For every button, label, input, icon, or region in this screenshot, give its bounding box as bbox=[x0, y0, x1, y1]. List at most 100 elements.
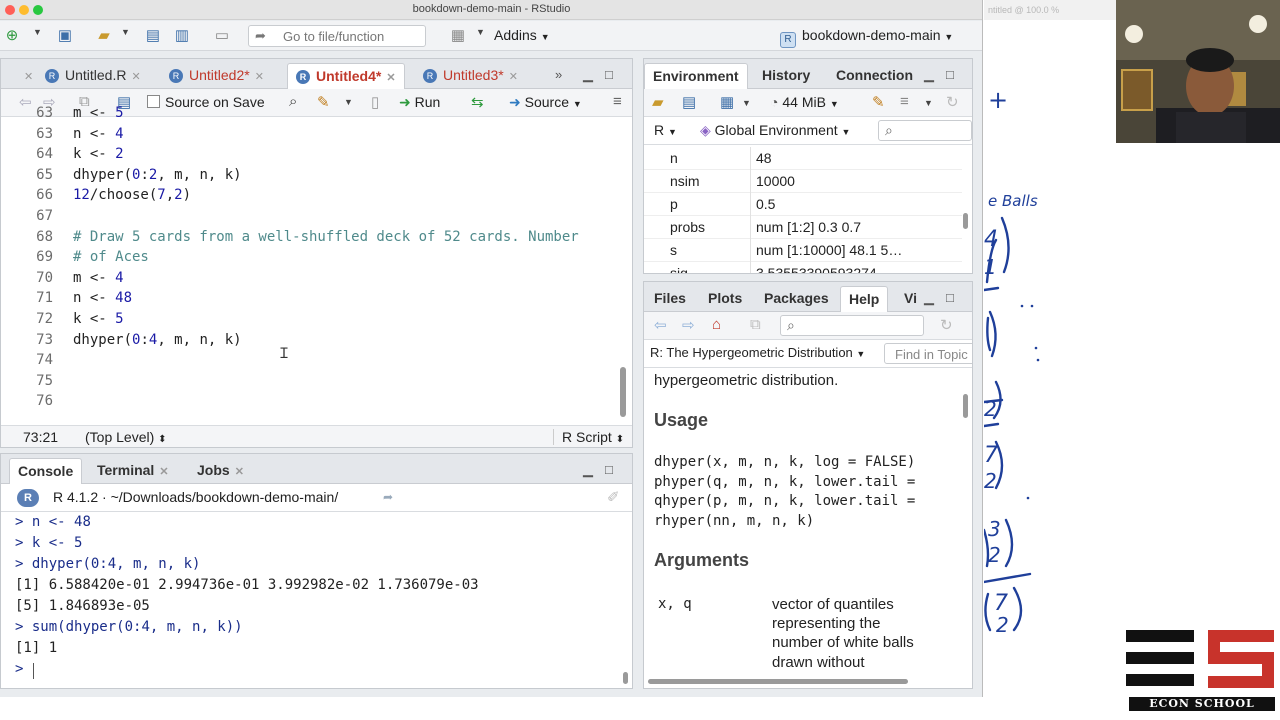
code-line[interactable]: dhyper(0:4, m, n, k) bbox=[73, 332, 242, 348]
environment-scrollbar[interactable] bbox=[963, 213, 968, 229]
grid-layout-caret-icon[interactable]: ▼ bbox=[476, 27, 485, 37]
project-menu[interactable]: Rbookdown-demo-main ▼ bbox=[780, 27, 953, 48]
clear-console-icon[interactable]: ✐ bbox=[607, 488, 620, 506]
print-icon[interactable]: ▭ bbox=[212, 26, 232, 46]
code-line[interactable]: n <- 4 bbox=[73, 126, 124, 142]
tab-untitled[interactable]: R Untitled.R ✕ bbox=[37, 63, 149, 89]
close-icon[interactable]: ✕ bbox=[255, 71, 264, 83]
source-on-save-checkbox[interactable]: Source on Save bbox=[147, 94, 265, 110]
console-scrollbar[interactable] bbox=[623, 672, 628, 684]
view-caret-icon[interactable]: ▼ bbox=[924, 98, 933, 108]
goto-file-function-input[interactable]: ➦ Go to file/function bbox=[248, 25, 426, 47]
code-line[interactable]: dhyper(0:2, m, n, k) bbox=[73, 167, 242, 183]
maximize-pane-icon[interactable]: □ bbox=[946, 290, 954, 305]
code-line[interactable]: m <- 5 bbox=[73, 105, 124, 121]
source-button[interactable]: ➜ Source ▼ bbox=[509, 94, 582, 111]
tab-viewer[interactable]: Vi bbox=[896, 286, 925, 312]
close-icon[interactable]: ✕ bbox=[386, 72, 395, 84]
addins-menu[interactable]: Addins ▼ bbox=[494, 27, 550, 43]
filetype-selector[interactable]: R Script ⬍ bbox=[553, 429, 624, 445]
tab-untitled4[interactable]: R Untitled4* ✕ bbox=[287, 63, 405, 89]
help-home-icon[interactable]: ⌂ bbox=[712, 316, 721, 333]
language-selector[interactable]: R ▼ bbox=[654, 122, 677, 138]
editor-vertical-scrollbar[interactable] bbox=[620, 367, 626, 417]
help-topic-selector[interactable]: R: The Hypergeometric Distribution ▼ bbox=[650, 345, 865, 360]
help-back-icon[interactable]: ⇦ bbox=[654, 316, 667, 334]
memory-usage[interactable]: ◔ 44 MiB ▼ bbox=[770, 94, 839, 110]
maximize-pane-icon[interactable]: □ bbox=[605, 462, 613, 477]
code-line[interactable]: # of Aces bbox=[73, 249, 149, 265]
tab-jobs[interactable]: Jobs ✕ bbox=[189, 458, 252, 484]
more-tabs-icon[interactable]: » bbox=[555, 67, 562, 82]
list-view-icon[interactable]: ≡ bbox=[900, 93, 909, 110]
scope-selector[interactable]: ◈ Global Environment ▼ bbox=[700, 122, 850, 139]
save-workspace-icon[interactable]: ▤ bbox=[682, 93, 696, 111]
help-horizontal-scrollbar[interactable] bbox=[648, 679, 908, 684]
minimize-pane-icon[interactable]: ▁ bbox=[583, 67, 593, 83]
environment-row[interactable]: n 48 bbox=[644, 147, 962, 170]
code-tools-wand-icon[interactable]: ✎ bbox=[317, 93, 330, 111]
close-icon[interactable]: ✕ bbox=[131, 71, 140, 83]
import-dataset-icon[interactable]: ▦ bbox=[720, 93, 734, 111]
code-line[interactable]: 12/choose(7,2) bbox=[73, 187, 191, 203]
help-refresh-icon[interactable]: ↻ bbox=[940, 316, 953, 334]
code-line[interactable]: k <- 5 bbox=[73, 311, 124, 327]
minimize-pane-icon[interactable]: ▁ bbox=[924, 67, 934, 83]
environment-row[interactable]: s num [1:10000] 48.1 5… bbox=[644, 239, 962, 262]
tab-packages[interactable]: Packages bbox=[756, 286, 837, 312]
tab-terminal[interactable]: Terminal ✕ bbox=[89, 458, 177, 484]
load-workspace-icon[interactable]: ▰ bbox=[652, 93, 664, 111]
environment-row[interactable]: probs num [1:2] 0.3 0.7 bbox=[644, 216, 962, 239]
save-all-icon[interactable]: ▥ bbox=[172, 26, 192, 46]
tab-connections[interactable]: Connection bbox=[828, 63, 921, 89]
tab-console[interactable]: Console bbox=[9, 458, 83, 484]
tab-untitled2[interactable]: R Untitled2* ✕ bbox=[161, 63, 272, 89]
compile-report-icon[interactable]: ▯ bbox=[371, 93, 379, 111]
new-file-icon[interactable]: ⊕ bbox=[2, 26, 22, 46]
grid-layout-icon[interactable]: ▦ bbox=[448, 26, 468, 46]
refresh-icon[interactable]: ↻ bbox=[946, 93, 959, 111]
help-forward-icon[interactable]: ⇨ bbox=[682, 316, 695, 334]
help-show-window-icon[interactable]: ⧉ bbox=[750, 316, 761, 333]
code-editor[interactable]: 63 63 64 65 66 67 68 69 70 71 72 73 74 75 76 m <- 5 n <… bbox=[1, 105, 632, 447]
new-project-icon[interactable]: ▣ bbox=[55, 26, 75, 46]
maximize-pane-icon[interactable]: □ bbox=[605, 67, 613, 82]
scope-selector[interactable]: (Top Level) ⬍ bbox=[85, 429, 167, 445]
environment-row[interactable]: nsim 10000 bbox=[644, 170, 962, 193]
close-icon[interactable]: ✕ bbox=[159, 466, 168, 478]
maximize-pane-icon[interactable]: □ bbox=[946, 67, 954, 82]
console-output[interactable]: > n <- 48 > k <- 5 > dhyper(0:4, m, n, k) [… bbox=[1, 512, 632, 688]
environment-row[interactable]: p 0.5 bbox=[644, 193, 962, 216]
code-tools-caret-icon[interactable]: ▼ bbox=[344, 97, 353, 107]
open-file-icon[interactable]: ▰ bbox=[94, 26, 114, 46]
environment-row[interactable]: sig 3.53553390593274 bbox=[644, 262, 962, 273]
code-line[interactable]: n <- 48 bbox=[73, 290, 132, 306]
tab-environment[interactable]: Environment bbox=[644, 63, 748, 89]
tab-plots[interactable]: Plots bbox=[700, 286, 750, 312]
import-caret-icon[interactable]: ▼ bbox=[742, 98, 751, 108]
code-line[interactable]: k <- 2 bbox=[73, 146, 124, 162]
help-vertical-scrollbar[interactable] bbox=[963, 394, 968, 418]
document-outline-icon[interactable]: ≡ bbox=[613, 93, 622, 110]
run-button[interactable]: ➜ Run bbox=[399, 94, 440, 111]
close-icon[interactable]: ✕ bbox=[509, 71, 518, 83]
tab-untitled3[interactable]: R Untitled3* ✕ bbox=[415, 63, 526, 89]
minimize-pane-icon[interactable]: ▁ bbox=[583, 462, 593, 478]
goto-directory-icon[interactable]: ➦ bbox=[383, 490, 393, 504]
search-icon[interactable]: ⌕ bbox=[289, 93, 297, 110]
find-in-topic-input[interactable]: Find in Topic bbox=[884, 343, 972, 364]
minimize-pane-icon[interactable]: ▁ bbox=[924, 290, 934, 306]
close-icon[interactable]: ✕ bbox=[24, 71, 33, 83]
help-search-input[interactable]: ⌕ bbox=[780, 315, 924, 336]
new-file-caret-icon[interactable]: ▼ bbox=[33, 27, 42, 37]
close-icon[interactable]: ✕ bbox=[235, 466, 244, 478]
open-file-caret-icon[interactable]: ▼ bbox=[121, 27, 130, 37]
save-icon[interactable]: ▤ bbox=[143, 26, 163, 46]
code-line[interactable]: m <- 4 bbox=[73, 270, 124, 286]
tab-help[interactable]: Help bbox=[840, 286, 889, 312]
code-line[interactable]: # Draw 5 cards from a well-shuffled deck… bbox=[73, 229, 579, 245]
rerun-icon[interactable]: ⇆ bbox=[471, 93, 484, 111]
tab-files[interactable]: Files bbox=[646, 286, 694, 312]
tab-history[interactable]: History bbox=[754, 63, 818, 89]
clear-objects-broom-icon[interactable]: ✎ bbox=[872, 93, 885, 111]
